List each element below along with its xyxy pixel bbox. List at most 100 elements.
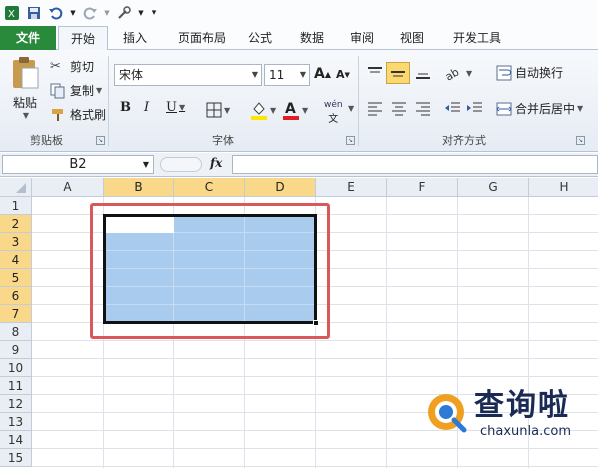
font-launcher-icon[interactable]: ↘: [346, 136, 355, 145]
bold-button[interactable]: B: [120, 100, 131, 115]
alignment-launcher-icon[interactable]: ↘: [576, 136, 585, 145]
chevron-down-icon[interactable]: ▼: [23, 111, 29, 120]
clipboard-launcher-icon[interactable]: ↘: [96, 136, 105, 145]
tab-developer[interactable]: 开发工具: [444, 26, 510, 50]
chevron-down-icon[interactable]: ▼: [104, 5, 110, 21]
column-header-e[interactable]: E: [316, 178, 387, 197]
tab-view[interactable]: 视图: [392, 26, 432, 50]
format-painter-button[interactable]: 格式刷: [50, 106, 106, 123]
row-header-1[interactable]: 1: [0, 197, 32, 215]
align-middle-icon: [391, 71, 405, 77]
row-header-7[interactable]: 7: [0, 305, 32, 323]
watermark-logo-icon: [428, 394, 467, 433]
formula-bar-resize-handle[interactable]: [160, 157, 202, 172]
chevron-down-icon[interactable]: ▼: [138, 5, 144, 21]
font-size-select[interactable]: 11 ▼: [264, 64, 310, 86]
row-header-8[interactable]: 8: [0, 323, 32, 341]
grow-font-button[interactable]: A ▲: [314, 66, 331, 82]
align-top-button[interactable]: [366, 64, 384, 82]
tab-review[interactable]: 审阅: [342, 26, 382, 50]
wrap-text-button[interactable]: 自动换行: [496, 64, 563, 81]
chevron-down-icon[interactable]: ▼: [270, 106, 276, 115]
tab-file[interactable]: 文件: [0, 26, 56, 50]
borders-button[interactable]: ▼: [206, 102, 230, 118]
cut-button[interactable]: ✂ 剪切: [50, 58, 94, 75]
row-header-15[interactable]: 15: [0, 449, 32, 467]
column-header-b[interactable]: B: [104, 178, 174, 197]
column-header-c[interactable]: C: [174, 178, 245, 197]
row-header-6[interactable]: 6: [0, 287, 32, 305]
column-header-a[interactable]: A: [32, 178, 104, 197]
shrink-font-button[interactable]: A ▼: [336, 68, 350, 81]
row-header-3[interactable]: 3: [0, 233, 32, 251]
paste-button[interactable]: 粘贴 ▼: [6, 56, 44, 126]
row-header-4[interactable]: 4: [0, 251, 32, 269]
column-header-h[interactable]: H: [529, 178, 598, 197]
orientation-button[interactable]: ab ▼: [444, 64, 472, 82]
font-color-button[interactable]: A ▼: [282, 100, 308, 120]
chevron-down-icon[interactable]: ▼: [179, 103, 185, 112]
select-all-corner[interactable]: [0, 178, 32, 197]
tab-insert[interactable]: 插入: [112, 26, 158, 50]
chevron-down-icon[interactable]: ▼: [577, 104, 583, 113]
italic-button[interactable]: I: [144, 100, 149, 115]
chevron-down-icon[interactable]: ▼: [346, 104, 354, 113]
save-icon[interactable]: [26, 5, 42, 21]
increase-indent-button[interactable]: [466, 100, 484, 116]
align-left-button[interactable]: [366, 100, 384, 116]
insert-function-icon[interactable]: fx: [210, 156, 222, 170]
formula-input[interactable]: [232, 155, 598, 174]
align-bottom-icon: [416, 73, 430, 79]
align-right-button[interactable]: [414, 100, 432, 116]
chevron-down-icon[interactable]: ▼: [96, 86, 102, 95]
row-header-2[interactable]: 2: [0, 215, 32, 233]
undo-icon[interactable]: [48, 5, 64, 21]
row-header-13[interactable]: 13: [0, 413, 32, 431]
tab-page-layout[interactable]: 页面布局: [168, 26, 236, 50]
name-box[interactable]: B2 ▼: [2, 155, 154, 174]
chevron-down-icon[interactable]: ▼: [224, 106, 230, 115]
tab-home[interactable]: 开始: [58, 26, 108, 51]
paste-label: 粘贴: [12, 96, 37, 110]
row-header-14[interactable]: 14: [0, 431, 32, 449]
row-header-9[interactable]: 9: [0, 341, 32, 359]
tools-icon[interactable]: [116, 5, 132, 21]
row-header-12[interactable]: 12: [0, 395, 32, 413]
tab-data[interactable]: 数据: [292, 26, 332, 50]
chevron-down-icon[interactable]: ▼: [252, 65, 258, 85]
underline-label: U: [166, 100, 177, 115]
align-bottom-button[interactable]: [414, 64, 432, 82]
align-top-icon: [368, 67, 382, 73]
chevron-down-icon[interactable]: ▼: [300, 65, 306, 85]
gridline: [386, 197, 387, 468]
row-header-5[interactable]: 5: [0, 269, 32, 287]
excel-app-icon[interactable]: X: [4, 5, 20, 21]
italic-label: I: [144, 100, 150, 115]
row-header-10[interactable]: 10: [0, 359, 32, 377]
highlight-box: [90, 203, 330, 339]
align-center-icon: [392, 102, 406, 116]
chevron-down-icon[interactable]: ▼: [302, 106, 308, 115]
decrease-indent-button[interactable]: [444, 100, 462, 116]
tab-formulas[interactable]: 公式: [240, 26, 280, 50]
align-center-button[interactable]: [390, 100, 408, 116]
merge-center-button[interactable]: 合并后居中 ▼: [496, 100, 583, 117]
clipboard-group-label: 剪贴板: [30, 134, 63, 147]
gridline: [32, 376, 598, 377]
chevron-down-icon[interactable]: ▼: [143, 156, 149, 173]
copy-button[interactable]: 复制 ▼: [50, 82, 102, 99]
row-header-11[interactable]: 11: [0, 377, 32, 395]
column-header-f[interactable]: F: [387, 178, 458, 197]
chevron-down-icon[interactable]: ▼: [466, 69, 472, 78]
phonetic-button[interactable]: wén 文: [324, 100, 343, 125]
customize-qat-icon[interactable]: ▾: [150, 5, 158, 21]
column-header-d[interactable]: D: [245, 178, 316, 197]
underline-button[interactable]: U ▼: [166, 100, 185, 115]
redo-icon[interactable]: [82, 5, 98, 21]
column-header-g[interactable]: G: [458, 178, 529, 197]
phonetic-icon: 文: [328, 114, 339, 125]
fill-color-button[interactable]: ▼: [250, 100, 276, 120]
font-name-select[interactable]: 宋体 ▼: [114, 64, 262, 86]
align-middle-button[interactable]: [386, 62, 410, 84]
chevron-down-icon[interactable]: ▼: [70, 5, 76, 21]
